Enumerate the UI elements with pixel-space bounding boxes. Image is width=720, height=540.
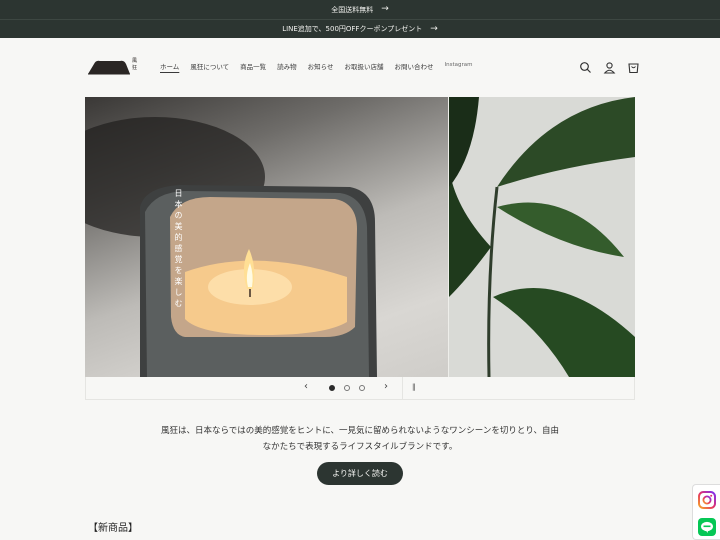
- nav-item-news[interactable]: お知らせ: [308, 61, 334, 71]
- slider-dots: [329, 385, 365, 391]
- nav-item-contact[interactable]: お問い合わせ: [395, 61, 434, 71]
- nav-item-products[interactable]: 商品一覧: [240, 61, 266, 71]
- header-icons: [579, 59, 640, 74]
- account-icon[interactable]: [603, 59, 616, 74]
- brand-intro-line-1: 風狂は、日本ならではの美的感覚をヒントに、一見気に留められないようなワンシーンを…: [160, 426, 560, 436]
- slider-dot-1[interactable]: [329, 385, 335, 391]
- hero-image-plant: [449, 97, 635, 377]
- slider-next-button[interactable]: ›: [384, 381, 388, 392]
- hero-vertical-text: 日本の美的感覚を楽しむ: [174, 189, 183, 310]
- arrow-right-icon: →: [381, 4, 389, 14]
- announcement-bar-line-coupon[interactable]: LINE追加で、500円OFFクーポンプレゼント →: [0, 19, 720, 38]
- slider-divider: [402, 377, 403, 400]
- slider-controls: ‹ › ||: [85, 377, 635, 400]
- read-more-button[interactable]: より詳しく読む: [317, 462, 403, 485]
- search-icon[interactable]: [579, 59, 592, 73]
- social-float: [692, 484, 720, 540]
- slider-dot-2[interactable]: [344, 385, 350, 391]
- announcement-shipping-text: 全国送料無料: [331, 5, 374, 14]
- brand-logo[interactable]: 風 狂: [86, 55, 138, 75]
- cart-icon[interactable]: [627, 59, 640, 74]
- arrow-right-icon: →: [430, 23, 438, 34]
- slider-prev-button[interactable]: ‹: [304, 381, 308, 392]
- brand-intro: 風狂は、日本ならではの美的感覚をヒントに、一見気に留められないようなワンシーンを…: [0, 423, 720, 455]
- announcement-coupon-text: LINE追加で、500円OFFクーポンプレゼント: [282, 25, 423, 33]
- instagram-icon[interactable]: [698, 491, 716, 509]
- nav-item-instagram[interactable]: Instagram: [445, 61, 473, 71]
- nav-item-about[interactable]: 風狂について: [190, 61, 229, 71]
- slider-pause-button[interactable]: ||: [412, 383, 416, 391]
- announcement-bar-shipping[interactable]: 全国送料無料 →: [0, 0, 720, 19]
- brand-intro-line-2: なかたちで表現するライフスタイルブランドです。: [262, 442, 458, 452]
- nav-item-reading[interactable]: 読み物: [277, 61, 297, 71]
- hero-image-candle: [85, 97, 448, 377]
- hero-slideshow: 日本の美的感覚を楽しむ: [85, 97, 635, 377]
- slider-dot-3[interactable]: [359, 385, 365, 391]
- nav-item-stores[interactable]: お取扱い店舗: [345, 61, 384, 71]
- svg-text:狂: 狂: [132, 64, 137, 71]
- new-products-heading: 【新商品】: [88, 523, 138, 534]
- nav-item-home[interactable]: ホーム: [160, 61, 179, 71]
- svg-text:風: 風: [132, 58, 137, 64]
- line-icon[interactable]: [698, 518, 716, 536]
- main-nav: ホーム 風狂について 商品一覧 読み物 お知らせ お取扱い店舗 お問い合わせ I…: [160, 61, 472, 71]
